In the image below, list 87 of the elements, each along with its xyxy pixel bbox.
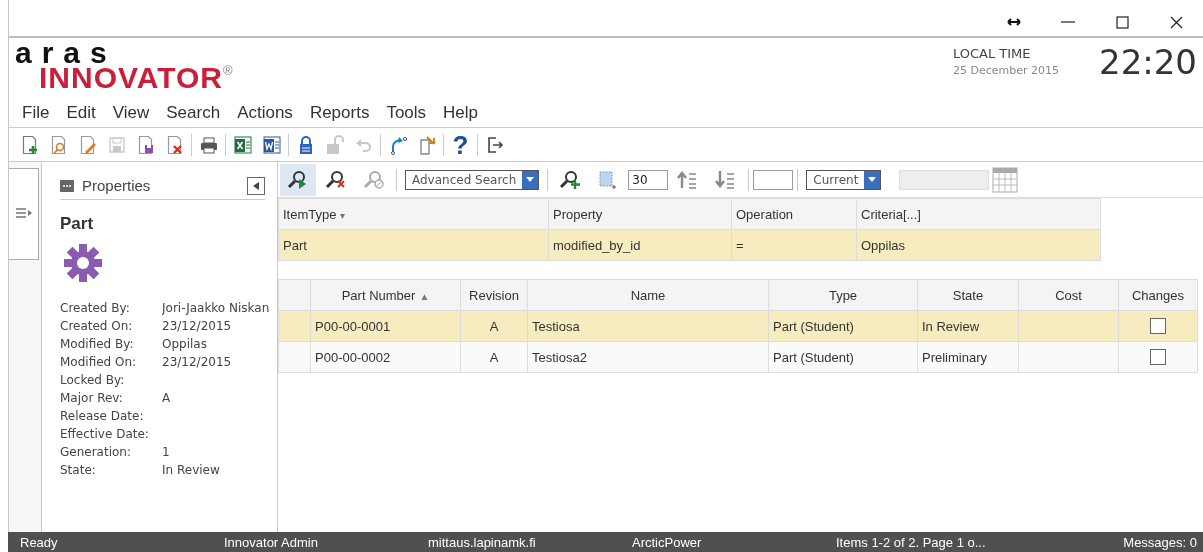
menu-item[interactable]: File xyxy=(15,102,57,123)
table-cell: modified_by_id xyxy=(548,229,732,261)
panel-icon xyxy=(60,179,74,192)
checkbox[interactable] xyxy=(1150,349,1166,366)
menu-item[interactable]: View xyxy=(105,102,157,123)
table-cell: P00-00-0001 xyxy=(310,310,461,342)
menu-item[interactable]: Reports xyxy=(302,102,377,123)
column-header[interactable]: Criteria[...] xyxy=(861,206,921,222)
menu-item[interactable]: Actions xyxy=(230,102,300,123)
table-cell: Part (Student) xyxy=(768,341,918,373)
table-cell: = xyxy=(731,229,857,261)
search-clear-icon[interactable] xyxy=(325,168,347,191)
field-label: Generation: xyxy=(60,445,132,459)
table-cell: In Review xyxy=(917,310,1019,342)
item-type-heading: Part xyxy=(60,214,95,234)
left-triangle-icon xyxy=(253,181,259,190)
status-text: Ready xyxy=(20,534,59,550)
column-header[interactable]: Property xyxy=(553,206,603,222)
dropdown[interactable]: Advanced Search xyxy=(405,169,540,190)
table-cell: Oppilas xyxy=(856,229,1101,261)
menu-item[interactable]: Help xyxy=(436,102,486,123)
text-document-icon[interactable] xyxy=(261,134,282,155)
status-text: ArcticPower xyxy=(632,534,703,550)
panel-title: Properties xyxy=(82,177,152,194)
field-label: Created By: xyxy=(60,301,131,315)
field-label: Created On: xyxy=(60,319,134,333)
table-cell: A xyxy=(460,310,528,342)
resize-icon[interactable] xyxy=(1006,16,1022,28)
menu-item[interactable]: Tools xyxy=(379,102,434,123)
clock-time: 22:20 xyxy=(1099,42,1197,82)
logo-text: INNOVATOR xyxy=(39,64,223,92)
search-button[interactable] xyxy=(280,163,316,196)
status-text: Items 1-2 of 2. Page 1 o... xyxy=(836,534,987,550)
gear-icon xyxy=(64,244,102,282)
field-value: 1 xyxy=(162,445,171,459)
column-header[interactable]: Part Number xyxy=(341,287,416,303)
caret-icon xyxy=(526,177,535,182)
field-label: Modified By: xyxy=(60,337,135,351)
field-label: State: xyxy=(60,463,97,477)
field-value: In Review xyxy=(162,463,221,477)
field-label: Effective Date: xyxy=(60,427,150,441)
search-add-icon[interactable] xyxy=(559,168,582,191)
table-cell: Testiosa2 xyxy=(527,341,769,373)
menu-item[interactable]: Search xyxy=(159,102,228,123)
printer-icon[interactable] xyxy=(198,134,219,155)
table-cell: Part xyxy=(278,229,549,261)
field-label: Major Rev: xyxy=(60,391,124,405)
help-icon[interactable]: ? xyxy=(450,131,471,158)
table-cell: Part (Student) xyxy=(768,310,918,342)
dropdown-arrow[interactable]: ▾ xyxy=(340,209,346,221)
column-header[interactable]: Cost xyxy=(1055,287,1082,303)
table-cell: A xyxy=(460,341,528,373)
field-label: Locked By: xyxy=(60,373,126,387)
field-value: 23/12/2015 xyxy=(162,319,233,333)
input-field[interactable]: 30 xyxy=(628,169,669,190)
column-header[interactable]: Type xyxy=(828,287,858,303)
logo-text: aras xyxy=(15,42,117,64)
maximize-icon[interactable] xyxy=(1115,15,1129,29)
menu-item[interactable]: Edit xyxy=(59,102,103,123)
dropdown[interactable]: Current xyxy=(806,169,882,190)
column-header[interactable]: ItemType xyxy=(283,206,337,222)
field-value: Jori-Jaakko Niskan xyxy=(162,301,271,315)
checkbox[interactable] xyxy=(1150,318,1166,335)
field-label: Modified On: xyxy=(60,355,138,369)
sort-arrow: ▲ xyxy=(419,290,430,302)
collapse-button[interactable] xyxy=(247,176,265,195)
field-label: Release Date: xyxy=(60,409,145,423)
column-header[interactable]: State xyxy=(952,287,984,303)
panel-toggle-tab[interactable] xyxy=(9,168,39,260)
close-icon[interactable] xyxy=(1169,15,1183,29)
time-label: LOCAL TIME xyxy=(953,46,1032,61)
column-header[interactable]: Name xyxy=(630,287,666,303)
table-cell: Preliminary xyxy=(917,341,1019,373)
status-text: Messages: 0 xyxy=(1122,534,1198,550)
spreadsheet-icon[interactable] xyxy=(232,134,253,155)
registered-mark: ® xyxy=(223,64,233,77)
field-value: 23/12/2015 xyxy=(162,355,233,369)
status-text: Innovator Admin xyxy=(224,534,319,550)
table-cell: Testiosa xyxy=(527,310,769,342)
caret-icon xyxy=(868,177,877,182)
field-value: A xyxy=(162,391,172,405)
field-value: Oppilas xyxy=(162,337,208,351)
menu-arrow-icon xyxy=(15,207,32,219)
date-text: 25 December 2015 xyxy=(953,64,1059,77)
input-field[interactable] xyxy=(753,169,794,190)
table-cell: P00-00-0002 xyxy=(310,341,461,373)
status-text: mittaus.lapinamk.fi xyxy=(428,534,537,550)
